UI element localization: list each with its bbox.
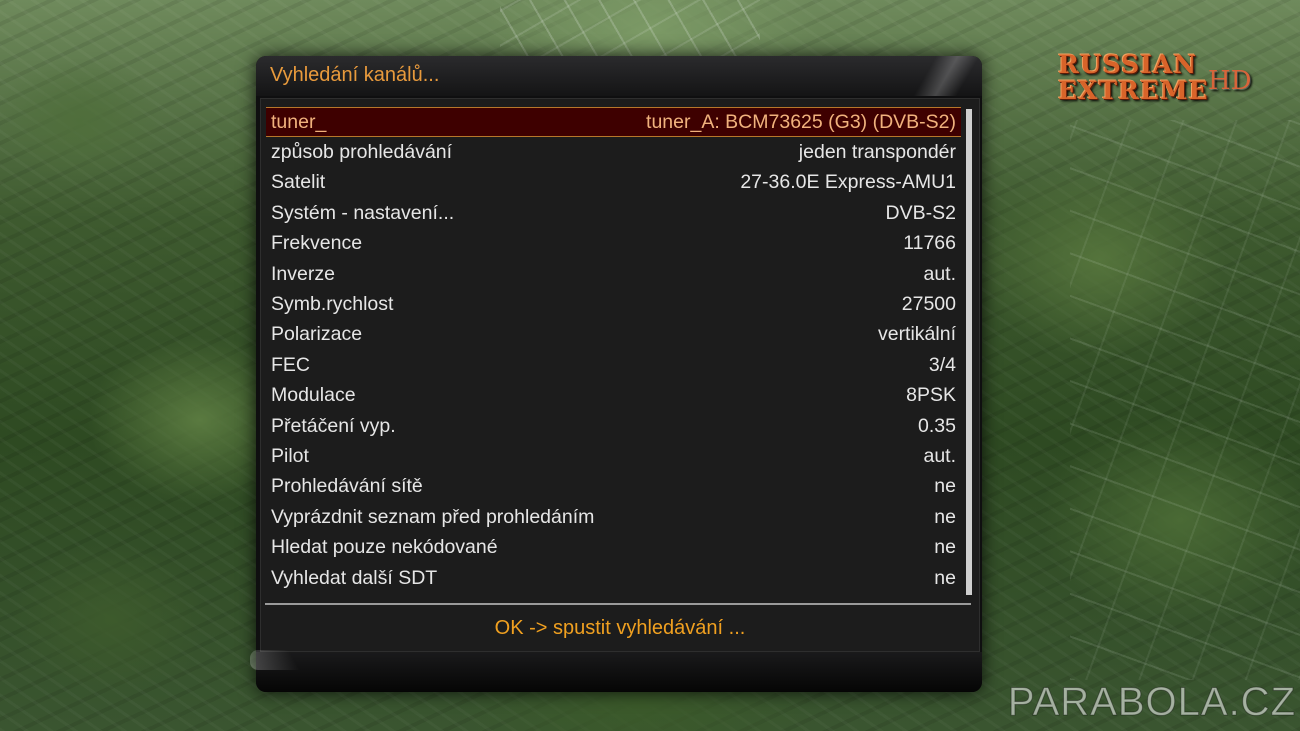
setting-value[interactable]: vertikální: [878, 323, 956, 346]
setting-label: Vyhledat další SDT: [271, 566, 438, 589]
setting-value[interactable]: 27500: [902, 293, 956, 316]
setting-value[interactable]: aut.: [923, 263, 956, 286]
channel-logo: RUSSIAN EXTREME HD: [1058, 52, 1252, 110]
setting-row[interactable]: Přetáčení vyp. 0.35: [266, 411, 961, 441]
dialog-title-bar: Vyhledání kanálů...: [256, 56, 982, 96]
setting-label: Přetáčení vyp.: [271, 414, 396, 437]
setting-value[interactable]: 8PSK: [906, 384, 956, 407]
setting-label: Satelit: [271, 171, 326, 194]
setting-label: Symb.rychlost: [271, 293, 394, 316]
scrollbar-thumb[interactable]: [966, 109, 972, 595]
setting-value[interactable]: ne: [934, 567, 956, 590]
setting-value[interactable]: 27-36.0E Express-AMU1: [740, 171, 956, 194]
settings-panel: tuner_ tuner_A: BCM73625 (G3) (DVB-S2) způ…: [260, 98, 980, 652]
setting-row[interactable]: Frekvence 11766: [266, 229, 961, 259]
setting-row[interactable]: způsob prohledávání jeden transpondér: [266, 137, 961, 167]
setting-label: Hledat pouze nekódované: [271, 536, 498, 559]
scrollbar[interactable]: [966, 109, 972, 595]
setting-label: Inverze: [271, 262, 335, 285]
setting-value[interactable]: jeden transpondér: [799, 141, 956, 164]
setting-row[interactable]: Systém - nastavení... DVB-S2: [266, 198, 961, 228]
setting-label: tuner_: [271, 110, 327, 133]
setting-value[interactable]: ne: [934, 475, 956, 498]
setting-row[interactable]: Hledat pouze nekódované ne: [266, 532, 961, 562]
settings-list: tuner_ tuner_A: BCM73625 (G3) (DVB-S2) způ…: [266, 107, 961, 593]
background-structure: [1070, 120, 1300, 680]
watermark: PARABOLA.CZ: [1007, 680, 1296, 725]
channel-search-dialog: Vyhledání kanálů... tuner_ tuner_A: BCM73…: [250, 56, 982, 692]
setting-value[interactable]: 3/4: [929, 354, 956, 377]
setting-row[interactable]: Symb.rychlost 27500: [266, 289, 961, 319]
setting-row[interactable]: Inverze aut.: [266, 259, 961, 289]
setting-value[interactable]: 0.35: [918, 415, 956, 438]
setting-label: Polarizace: [271, 323, 363, 346]
setting-row[interactable]: tuner_ tuner_A: BCM73625 (G3) (DVB-S2): [266, 107, 961, 138]
setting-row[interactable]: FEC 3/4: [266, 350, 961, 380]
setting-row[interactable]: Polarizace vertikální: [266, 320, 961, 350]
setting-row[interactable]: Satelit 27-36.0E Express-AMU1: [266, 168, 961, 198]
dialog-bottom-bar: [250, 650, 982, 692]
start-search-hint[interactable]: OK -> spustit vyhledávání ...: [261, 617, 979, 640]
setting-row[interactable]: Vyhledat další SDT ne: [266, 563, 961, 593]
setting-row[interactable]: Modulace 8PSK: [266, 381, 961, 411]
setting-label: Systém - nastavení...: [271, 201, 455, 224]
setting-label: FEC: [271, 353, 310, 376]
logo-hd: HD: [1208, 66, 1252, 96]
setting-label: Modulace: [271, 384, 356, 407]
dialog-title: Vyhledání kanálů...: [270, 64, 440, 86]
setting-label: Prohledávání sítě: [271, 475, 423, 498]
setting-row[interactable]: Vyprázdnit seznam před prohledáním ne: [266, 502, 961, 532]
setting-value[interactable]: tuner_A: BCM73625 (G3) (DVB-S2): [646, 111, 956, 134]
setting-row[interactable]: Prohledávání sítě ne: [266, 472, 961, 502]
setting-value[interactable]: ne: [934, 536, 956, 559]
setting-label: Vyprázdnit seznam před prohledáním: [271, 505, 595, 528]
setting-label: způsob prohledávání: [271, 141, 453, 164]
setting-label: Frekvence: [271, 232, 363, 255]
setting-value[interactable]: ne: [934, 506, 956, 529]
setting-value[interactable]: 11766: [903, 232, 956, 255]
divider: [265, 603, 971, 605]
setting-label: Pilot: [271, 444, 309, 467]
setting-row[interactable]: Pilot aut.: [266, 441, 961, 471]
setting-value[interactable]: aut.: [923, 445, 956, 468]
setting-value[interactable]: DVB-S2: [886, 202, 956, 225]
